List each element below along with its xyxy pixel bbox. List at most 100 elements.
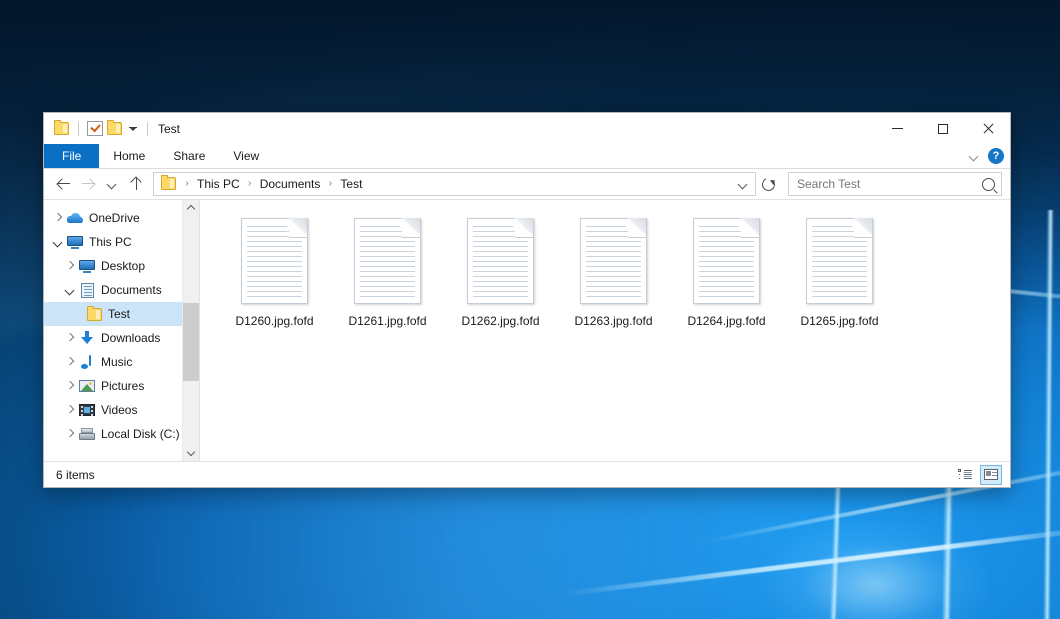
music-icon: [78, 355, 96, 369]
file-icon-wrap: [352, 216, 423, 306]
large-icons-view-button[interactable]: [980, 465, 1002, 485]
generic-document-icon: [467, 218, 534, 304]
generic-document-icon: [354, 218, 421, 304]
item-count: 6 items: [56, 468, 95, 482]
sidebar-item-label: Documents: [101, 282, 162, 298]
sidebar-item-this-pc[interactable]: This PC: [44, 230, 182, 254]
generic-document-icon: [693, 218, 760, 304]
search-icon[interactable]: [982, 178, 995, 191]
scroll-up-button[interactable]: [183, 200, 199, 216]
properties-icon[interactable]: [87, 121, 103, 136]
navigation-pane: OneDrive This PC Desktop: [44, 200, 200, 461]
help-icon[interactable]: ?: [988, 148, 1004, 164]
quick-access-toolbar: [44, 121, 137, 136]
breadcrumb[interactable]: › This PC › Documents › Test: [153, 172, 756, 196]
documents-icon: [78, 283, 96, 298]
file-list-view[interactable]: D1260.jpg.fofd D1261.jpg.fofd: [200, 200, 1010, 461]
file-name: D1261.jpg.fofd: [345, 313, 429, 329]
file-name: D1260.jpg.fofd: [232, 313, 316, 329]
tab-file[interactable]: File: [44, 144, 99, 168]
downloads-icon: [78, 331, 96, 345]
view-toggle-group: [954, 462, 1002, 487]
desktop-background: Test File Home Share View ?: [0, 0, 1060, 619]
sidebar-item-label: Videos: [101, 402, 137, 418]
sidebar-item-label: Test: [108, 306, 130, 322]
status-bar: 6 items: [44, 461, 1010, 487]
videos-icon: [78, 404, 96, 416]
window-title: Test: [147, 122, 180, 136]
chevron-right-icon[interactable]: [62, 426, 78, 442]
scrollbar-thumb[interactable]: [183, 303, 199, 381]
navigation-scrollbar[interactable]: [182, 200, 199, 461]
chevron-right-icon[interactable]: [62, 402, 78, 418]
scrollbar-track[interactable]: [183, 216, 199, 445]
scroll-down-button[interactable]: [183, 445, 199, 461]
chevron-down-icon[interactable]: [129, 127, 137, 131]
qat-separator: [78, 122, 79, 136]
sidebar-item-documents[interactable]: Documents: [44, 278, 182, 302]
chevron-down-icon[interactable]: [62, 282, 78, 298]
search-box[interactable]: [788, 172, 1002, 196]
list-item[interactable]: D1261.jpg.fofd: [331, 212, 444, 340]
sidebar-item-pictures[interactable]: Pictures: [44, 374, 182, 398]
sidebar-item-desktop[interactable]: Desktop: [44, 254, 182, 278]
breadcrumb-separator: ›: [324, 174, 336, 194]
forward-button[interactable]: [76, 173, 100, 195]
chevron-down-icon[interactable]: [969, 151, 979, 161]
maximize-button[interactable]: [920, 113, 965, 144]
list-item[interactable]: D1264.jpg.fofd: [670, 212, 783, 340]
sidebar-item-label: Music: [101, 354, 132, 370]
file-icon-wrap: [691, 216, 762, 306]
file-name: D1264.jpg.fofd: [684, 313, 768, 329]
navigation-list: OneDrive This PC Desktop: [44, 200, 182, 461]
tab-view[interactable]: View: [219, 144, 273, 168]
folder-icon[interactable]: [54, 122, 70, 136]
list-item[interactable]: D1265.jpg.fofd: [783, 212, 896, 340]
breadcrumb-item-this-pc[interactable]: This PC: [193, 174, 244, 194]
sidebar-item-label: This PC: [89, 234, 132, 250]
back-button[interactable]: [52, 173, 76, 195]
tab-share[interactable]: Share: [159, 144, 219, 168]
sidebar-item-music[interactable]: Music: [44, 350, 182, 374]
file-icon-wrap: [465, 216, 536, 306]
sidebar-item-test[interactable]: Test: [44, 302, 182, 326]
sidebar-item-label: OneDrive: [89, 210, 140, 226]
sidebar-item-onedrive[interactable]: OneDrive: [44, 206, 182, 230]
list-item[interactable]: D1260.jpg.fofd: [218, 212, 331, 340]
refresh-button[interactable]: [756, 172, 780, 196]
new-folder-icon[interactable]: [107, 122, 123, 136]
list-item[interactable]: D1262.jpg.fofd: [444, 212, 557, 340]
chevron-right-icon[interactable]: [62, 330, 78, 346]
search-input[interactable]: [795, 176, 982, 192]
details-view-button[interactable]: [954, 465, 976, 485]
minimize-button[interactable]: [875, 113, 920, 144]
sidebar-item-local-disk-c[interactable]: Local Disk (C:): [44, 422, 182, 446]
close-button[interactable]: [965, 113, 1010, 144]
sidebar-item-label: Pictures: [101, 378, 144, 394]
chevron-right-icon[interactable]: [62, 354, 78, 370]
chevron-down-icon[interactable]: [50, 234, 66, 250]
generic-document-icon: [580, 218, 647, 304]
tab-home[interactable]: Home: [99, 144, 159, 168]
sidebar-item-label: Desktop: [101, 258, 145, 274]
breadcrumb-dropdown-icon[interactable]: [735, 174, 751, 194]
up-button[interactable]: [124, 173, 148, 195]
sidebar-item-videos[interactable]: Videos: [44, 398, 182, 422]
file-explorer-window: Test File Home Share View ?: [43, 112, 1011, 488]
file-name: D1263.jpg.fofd: [571, 313, 655, 329]
generic-document-icon: [806, 218, 873, 304]
chevron-right-icon[interactable]: [62, 258, 78, 274]
chevron-right-icon[interactable]: [50, 210, 66, 226]
file-name: D1262.jpg.fofd: [458, 313, 542, 329]
folder-icon: [85, 308, 103, 321]
breadcrumb-item-test[interactable]: Test: [336, 174, 366, 194]
sidebar-item-downloads[interactable]: Downloads: [44, 326, 182, 350]
recent-locations-button[interactable]: [100, 173, 124, 195]
desktop-icon: [78, 260, 96, 273]
breadcrumb-separator: ›: [244, 174, 256, 194]
list-item[interactable]: D1263.jpg.fofd: [557, 212, 670, 340]
breadcrumb-item-documents[interactable]: Documents: [256, 174, 325, 194]
file-name: D1265.jpg.fofd: [797, 313, 881, 329]
chevron-right-icon[interactable]: [62, 378, 78, 394]
breadcrumb-separator: ›: [181, 174, 193, 194]
